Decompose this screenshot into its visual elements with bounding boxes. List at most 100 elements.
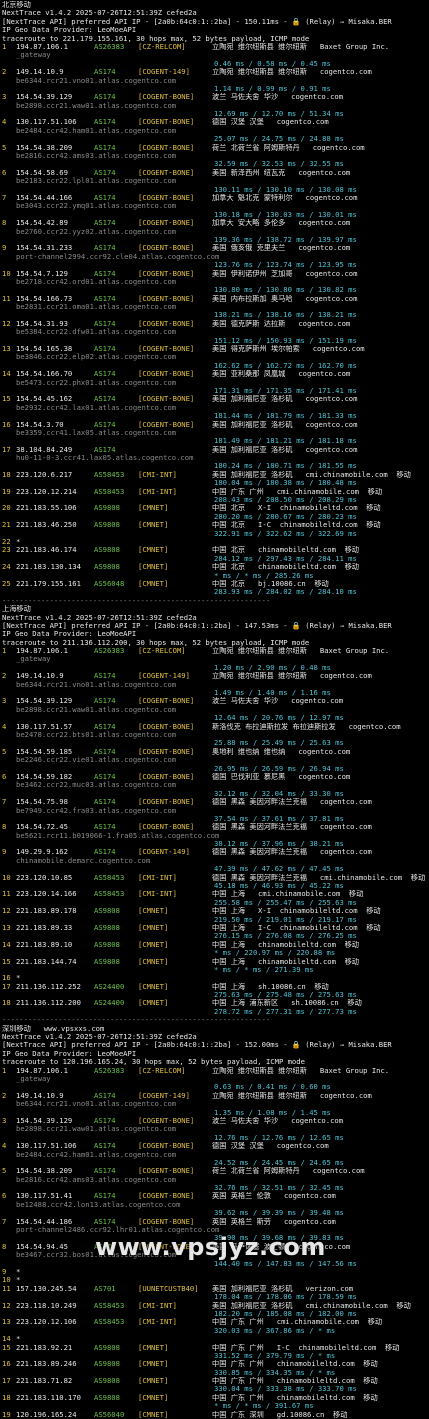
hop-rtt: 275.63 ms / 275.48 ms / 275.63 ms bbox=[214, 991, 357, 1000]
hop-rtt: 32.76 ms / 32.51 ms / 32.45 ms bbox=[214, 1184, 344, 1193]
hop-rtt: 39.62 ms / 39.39 ms / 39.48 ms bbox=[214, 1209, 344, 1218]
hop-asn: AS174 bbox=[94, 772, 116, 781]
geo-provider: IP Geo Data Provider: LeoMoeAPI bbox=[2, 630, 137, 639]
hop-tag: [COGENT-BONE] bbox=[138, 193, 195, 202]
hop-asn: AS174 bbox=[94, 445, 116, 454]
hop-number: 3 bbox=[2, 1116, 7, 1125]
hop-rtt: 12.69 ms / 12.70 ms / 51.34 ms bbox=[214, 110, 344, 119]
hop-geo: 斯洛伐克 布拉迪斯拉发 布拉迪斯拉发 cogentco.com bbox=[212, 722, 401, 731]
hop-number: 5 bbox=[2, 143, 7, 152]
hop-rtt: 278.72 ms / 277.31 ms / 277.73 ms bbox=[214, 1007, 357, 1016]
hop-rtt: 130.11 ms / 130.10 ms / 130.08 ms bbox=[214, 185, 357, 194]
hop-row: 25 221.179.155.161 AS56048 [CMNET] 中国 北京 bj.… bbox=[2, 580, 427, 588]
hop-row: 9 154.54.31.233 AS174 [COGENT-BONE] 美国 俄亥俄 克… bbox=[2, 244, 427, 252]
hop-tag: [COGENT-149] bbox=[138, 1091, 190, 1100]
hop-geo: 美国 得克萨斯州 埃尔帕索 cogentco.com bbox=[212, 345, 365, 354]
hop-ip: 154.54.94.45 bbox=[16, 1242, 68, 1251]
hop-detail-row: be2898.ccr21.waw01.atlas.cogentco.com bbox=[2, 1125, 427, 1133]
hop-ip: 154.54.7.129 bbox=[16, 269, 68, 278]
hop-asn: AS174 bbox=[94, 395, 116, 404]
hop-geo: 中国 北京 X-I chinamobileltd.com 移动 bbox=[212, 504, 381, 513]
hop-hostname: be2183.ccr22.lpl01.atlas.cogentco.com bbox=[16, 177, 177, 186]
hop-geo: 德国 黑森 美因河畔法兰克福 cogentco.com bbox=[212, 798, 372, 807]
hop-rtt-row: 181.49 ms / 181.21 ms / 181.18 ms bbox=[2, 437, 427, 445]
hop-ip: 223.120.14.166 bbox=[16, 890, 77, 899]
hop-asn: AS174 bbox=[94, 1091, 116, 1100]
hop-detail-row: be2183.ccr22.lpl01.atlas.cogentco.com bbox=[2, 177, 427, 185]
hop-number: 5 bbox=[2, 1167, 7, 1176]
hop-number: 7 bbox=[2, 193, 7, 202]
hop-geo: 美国 加利福尼亚 洛杉矶 cogentco.com bbox=[212, 445, 358, 454]
hop-number: 7 bbox=[2, 798, 7, 807]
hop-rtt: 1.35 ms / 1.08 ms / 1.45 ms bbox=[214, 1108, 331, 1117]
hop-tag: [CMNET] bbox=[138, 999, 169, 1008]
hop-rtt-row: 162.62 ms / 162.72 ms / 162.70 ms bbox=[2, 362, 427, 370]
hop-row: 1 194.87.106.1 AS26383 [CZ-RELCOM] 立陶宛 维尔纽斯县… bbox=[2, 43, 427, 51]
hop-row: 16 221.183.89.246 AS9808 [CMNET] 中国 广东 广州 ch… bbox=[2, 1360, 427, 1368]
hop-hostname: be2898.ccr21.waw01.atlas.cogentco.com bbox=[16, 1125, 177, 1134]
hop-rtt: 47.39 ms / 47.62 ms / 47.45 ms bbox=[214, 865, 344, 874]
nexttrace-banner: NextTrace v1.4.2 2025-07-26T12:51:39Z ce… bbox=[2, 1033, 197, 1042]
hop-detail-row: be2484.ccr42.ham01.atlas.cogentco.com bbox=[2, 1151, 427, 1159]
hop-ip: 130.117.51.57 bbox=[16, 722, 73, 731]
hop-asn: AS174 bbox=[94, 370, 116, 379]
hop-detail-row: be2898.ccr21.waw01.atlas.cogentco.com bbox=[2, 706, 427, 714]
hop-detail-row: be2718.ccr42.ord01.atlas.cogentco.com bbox=[2, 278, 427, 286]
hop-hostname: be2484.ccr42.ham01.atlas.cogentco.com bbox=[16, 126, 177, 135]
hop-geo: 中国 北京 chinamobileltd.com 移动 bbox=[212, 546, 359, 555]
hop-row: 5 154.54.38.209 AS174 [COGENT-BONE] 荷兰 北荷兰省 … bbox=[2, 144, 427, 152]
hop-rtt: 162.62 ms / 162.72 ms / 162.70 ms bbox=[214, 361, 357, 370]
hop-hostname: be3846.ccr22.elp02.atlas.cogentco.com bbox=[16, 353, 177, 362]
hop-row: 18 221.183.110.170 AS9808 [CMNET] 中国 广东 广州 c… bbox=[2, 1394, 427, 1402]
hop-detail-row: be2932.ccr42.lax01.atlas.cogentco.com bbox=[2, 404, 427, 412]
hop-rtt: 330.85 ms / 334.35 ms / * ms bbox=[214, 1368, 336, 1377]
hop-hostname: be6344.rcr21.vno01.atlas.cogentco.com bbox=[16, 76, 177, 85]
hop-row: 17 221.183.71.82 AS9808 [CMNET] 中国 广东 广州 chi… bbox=[2, 1377, 427, 1385]
hop-asn: AS174 bbox=[94, 798, 116, 807]
hop-asn: AS174 bbox=[94, 68, 116, 77]
hop-ip: 221.183.89.246 bbox=[16, 1360, 77, 1369]
hop-ip: 154.54.42.89 bbox=[16, 219, 68, 228]
hop-ip: 221.183.55.106 bbox=[16, 504, 77, 513]
hop-ip: 194.87.106.1 bbox=[16, 1066, 68, 1075]
api-line: [NextTrace API] preferred API IP - [2a0b… bbox=[2, 621, 392, 630]
hop-asn: AS174 bbox=[94, 823, 116, 832]
traceroute-header: traceroute to 221.179.155.161, 30 hops m… bbox=[2, 34, 310, 43]
hop-number: 24 bbox=[2, 563, 11, 572]
hop-tag: [COGENT-149] bbox=[138, 672, 190, 681]
hop-number: 1 bbox=[2, 647, 7, 656]
hop-rtt: 25.07 ms / 24.75 ms / 24.88 ms bbox=[214, 135, 344, 144]
hop-number: 8 bbox=[2, 219, 7, 228]
hop-rtt-row: 138.21 ms / 138.16 ms / 138.21 ms bbox=[2, 311, 427, 319]
hop-asn: AS9808 bbox=[94, 940, 120, 949]
section-title: 北京移动 bbox=[2, 1, 31, 9]
hop-asn: AS9808 bbox=[94, 546, 120, 555]
hop-asn: AS58453 bbox=[94, 487, 125, 496]
hop-hostname: _gateway bbox=[16, 655, 51, 664]
hop-tag: [CMNET] bbox=[138, 923, 169, 932]
hop-tag: [CMNET] bbox=[138, 504, 169, 513]
hop-rtt: 331.52 ms / 379.79 ms / * ms bbox=[214, 1351, 336, 1360]
hop-detail-row: 219.50 ms / 219.01 ms / 219.17 ms bbox=[2, 916, 427, 924]
hop-row: 8 154.54.42.89 AS174 [COGENT-BONE] 加拿大 安大略 多… bbox=[2, 219, 427, 227]
hop-rtt-row: 25.07 ms / 24.75 ms / 24.88 ms bbox=[2, 135, 427, 143]
hop-asn: AS174 bbox=[94, 697, 116, 706]
hop-detail-row: be2478.ccr22.bts01.atlas.cogentco.com bbox=[2, 731, 427, 739]
hop-rtt: 24.52 ms / 24.45 ms / 24.65 ms bbox=[214, 1158, 344, 1167]
hop-ip: 221.183.144.74 bbox=[16, 957, 77, 966]
hop-asn: AS9808 bbox=[94, 923, 120, 932]
hop-geo: 英国 英格兰 斯劳 cogentco.com bbox=[212, 1217, 336, 1226]
hop-asn: AS9808 bbox=[94, 957, 120, 966]
hop-number: 7 bbox=[2, 1217, 7, 1226]
hop-rtt-row: 181.44 ms / 181.79 ms / 181.33 ms bbox=[2, 412, 427, 420]
hop-ip: 221.183.89.178 bbox=[16, 907, 77, 916]
hop-detail-row: 278.72 ms / 277.31 ms / 277.73 ms bbox=[2, 1008, 427, 1016]
hop-rtt-row: 26.95 ms / 26.59 ms / 26.94 ms bbox=[2, 765, 427, 773]
api-line: [NextTrace API] preferred API IP - [2a0b… bbox=[2, 1041, 392, 1050]
hop-geo: 加拿大 魁北克 蒙特利尔 cogentco.com bbox=[212, 193, 358, 202]
hop-row: 14 221.183.89.10 AS9808 [CMNET] 中国 上海 chinam… bbox=[2, 941, 427, 949]
hop-tag: [COGENT-BONE] bbox=[138, 294, 195, 303]
hop-row: 10 223.120.10.85 AS58453 [CMI-INT] 德国 黑森 美因河… bbox=[2, 874, 427, 882]
hop-hostname: be7949.ccr42.fra03.atlas.cogentco.com bbox=[16, 806, 177, 815]
hop-tag: [COGENT-149] bbox=[138, 848, 190, 857]
